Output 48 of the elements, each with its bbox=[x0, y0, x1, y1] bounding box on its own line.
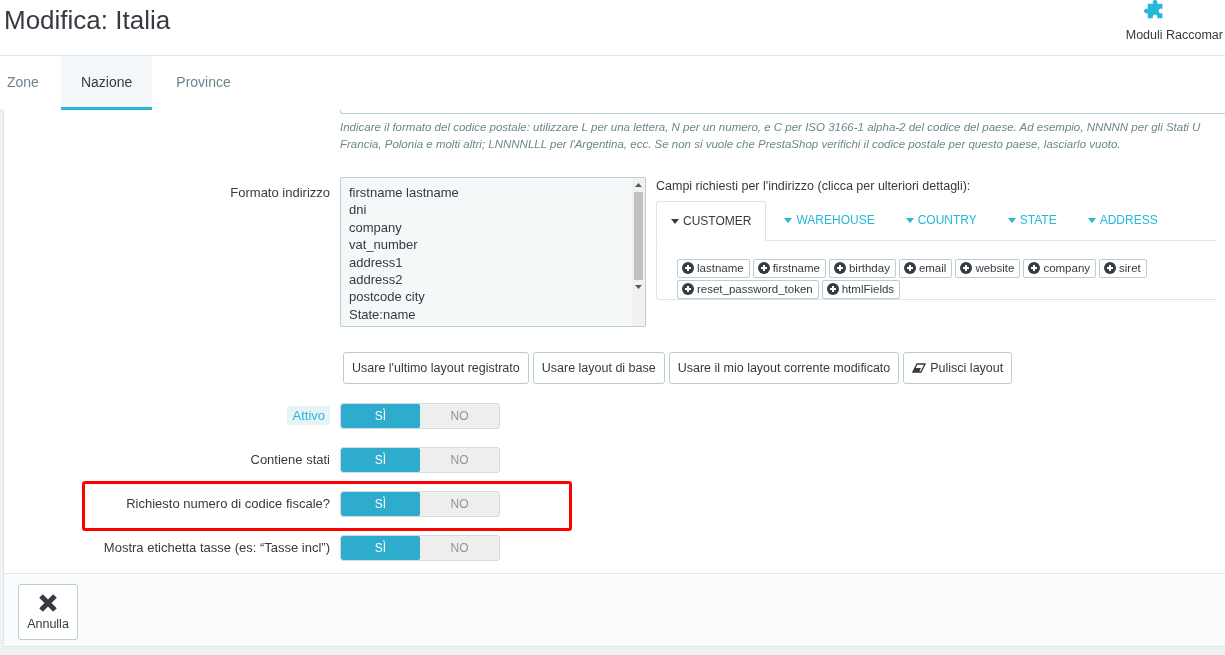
layout-button[interactable]: Usare l'ultimo layout registrato bbox=[343, 352, 529, 384]
field-label: Campi richiesti per l'indirizzo (clicca per ulteriori dettagli): bbox=[656, 179, 972, 193]
recommended-modules-button[interactable]: Moduli Raccomar bbox=[1125, 0, 1225, 55]
caret-icon bbox=[1087, 217, 1096, 223]
tab[interactable]: Nazione bbox=[60, 56, 153, 110]
plus-icon bbox=[903, 262, 916, 274]
field-chip[interactable]: htmlFields bbox=[821, 280, 901, 299]
field-chip[interactable]: siret bbox=[1099, 259, 1147, 278]
scrollbar[interactable] bbox=[632, 178, 645, 326]
caret-icon bbox=[905, 217, 914, 223]
plus-icon bbox=[682, 283, 694, 295]
field-label: Richiesto numero di codice fiscale? bbox=[126, 496, 330, 511]
plus-icon bbox=[826, 283, 839, 295]
field-chip[interactable]: reset_password_token bbox=[677, 280, 819, 299]
eraser-icon bbox=[912, 363, 927, 373]
field-chip[interactable]: firstname bbox=[752, 259, 826, 278]
plus-icon bbox=[757, 262, 770, 274]
plus-icon bbox=[960, 262, 973, 274]
caret-icon bbox=[671, 218, 679, 224]
cancel-button[interactable]: Annulla bbox=[18, 584, 78, 640]
page-title: Modifica: Italia bbox=[3, 4, 171, 37]
field-chip[interactable]: email bbox=[898, 259, 953, 278]
close-icon bbox=[38, 593, 58, 613]
field-chip[interactable]: birthday bbox=[828, 259, 896, 278]
plus-icon bbox=[1028, 262, 1041, 274]
field-tab[interactable]: CUSTOMER bbox=[656, 201, 767, 241]
field-label: Contiene stati bbox=[250, 452, 330, 467]
layout-button[interactable]: Usare il mio layout corrente modificato bbox=[668, 352, 900, 384]
layout-button[interactable]: Usare layout di base bbox=[532, 352, 665, 384]
plus-icon bbox=[682, 262, 694, 274]
plus-icon bbox=[1104, 262, 1117, 274]
tab[interactable]: Zone bbox=[0, 56, 61, 110]
caret-icon bbox=[784, 217, 793, 223]
layout-button[interactable]: Pulisci layout bbox=[903, 352, 1013, 384]
tab[interactable]: Province bbox=[152, 56, 253, 110]
help-text: Indicare il formato del codice postale: utilizzare L per una lettera, N per un numero, e C per ISO 3166-1 alpha-2 del codice del paese. Ad esempio, NNNNN per gli Stati U Francia, Polonia e molti altri; LNNNNLLL per l'Argentina, ecc. Se non si vuole che PrestaShop verifichi il codice postale per questo paese, lasciarlo vuoto. bbox=[340, 120, 1201, 152]
field-label: Formato indirizzo bbox=[230, 185, 330, 200]
caret-icon bbox=[1007, 217, 1016, 223]
zip-format-field[interactable] bbox=[340, 110, 1225, 114]
plus-icon bbox=[833, 262, 846, 274]
scroll-down-icon[interactable] bbox=[635, 285, 642, 289]
field-chip[interactable]: company bbox=[1023, 259, 1097, 278]
field-label: Mostra etichetta tasse (es: “Tasse incl”) bbox=[103, 540, 330, 555]
field-chip[interactable]: lastname bbox=[677, 259, 750, 278]
field-label: Attivo bbox=[287, 406, 330, 425]
address-format-textarea[interactable]: firstname lastname dni company vat_number address1 address2 postcode city State:name bbox=[340, 177, 646, 327]
scroll-up-icon[interactable] bbox=[635, 183, 642, 187]
field-chip[interactable]: website bbox=[955, 259, 1021, 278]
